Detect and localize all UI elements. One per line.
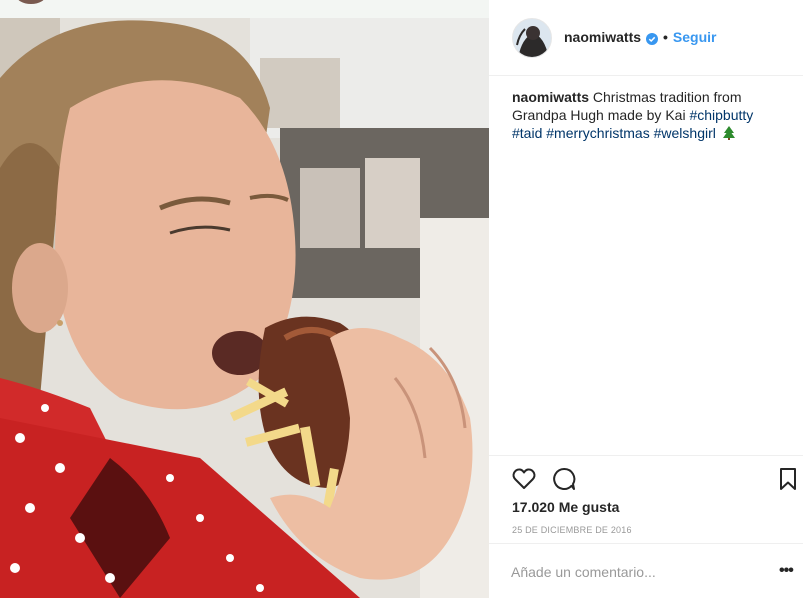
header-user-row: naomiwatts • Seguir	[564, 28, 717, 46]
previous-post-edge	[0, 0, 489, 18]
post-header: naomiwatts • Seguir	[489, 0, 803, 76]
post-photo-image	[0, 18, 489, 598]
instagram-post-page: naomiwatts • Seguir naomiwatts Christmas…	[0, 0, 803, 598]
ellipsis-icon[interactable]: •••	[779, 563, 794, 579]
follow-button[interactable]: Seguir	[673, 28, 717, 46]
user-avatar[interactable]	[512, 18, 552, 58]
hashtag-link[interactable]: #taid	[512, 125, 542, 141]
action-bar	[489, 455, 803, 499]
post-photo[interactable]	[0, 18, 489, 598]
post-side-panel: naomiwatts • Seguir naomiwatts Christmas…	[489, 0, 803, 598]
comment-section: •••	[489, 543, 803, 598]
header-separator: •	[663, 29, 668, 45]
caption-username[interactable]: naomiwatts	[512, 89, 589, 105]
header-username[interactable]: naomiwatts	[564, 28, 641, 46]
hashtag-link[interactable]: #welshgirl	[654, 125, 716, 141]
bookmark-icon[interactable]	[775, 466, 801, 492]
hashtag-link[interactable]: #merrychristmas	[546, 125, 649, 141]
post-caption: naomiwatts Christmas tradition from Gran…	[512, 88, 782, 142]
post-date[interactable]: 25 DE DICIEMBRE DE 2016	[512, 525, 632, 535]
avatar-image	[513, 19, 551, 57]
christmas-tree-icon	[722, 126, 735, 140]
previous-post-avatar	[16, 0, 46, 4]
heart-outline-icon[interactable]	[511, 466, 537, 492]
likes-count[interactable]: 17.020 Me gusta	[512, 499, 619, 515]
hashtag-link[interactable]: #chipbutty	[689, 107, 753, 123]
comment-input[interactable]	[511, 561, 751, 583]
speech-bubble-icon[interactable]	[551, 466, 577, 492]
verified-badge-icon	[646, 31, 659, 45]
